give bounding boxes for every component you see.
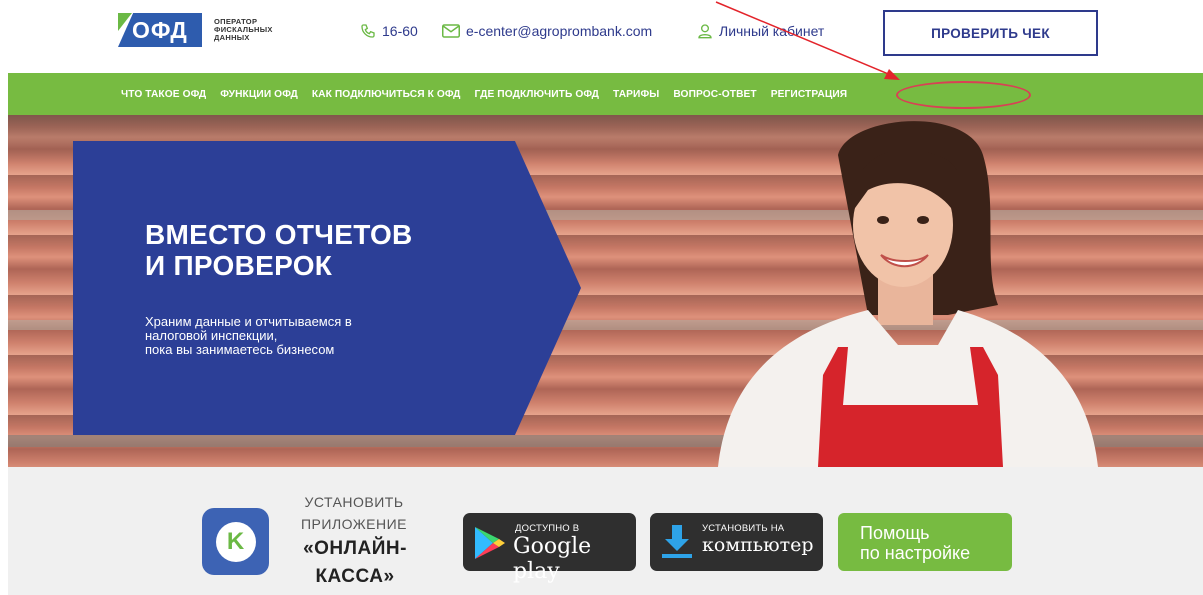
app-name-line: «ОНЛАЙН-	[303, 538, 407, 559]
google-play-button[interactable]: ДОСТУПНО В Google play	[463, 513, 636, 584]
install-caption-line: ПРИЛОЖЕНИЕ	[300, 516, 407, 532]
nav-item-how-to-connect[interactable]: КАК ПОДКЛЮЧИТЬСЯ К ОФД	[312, 89, 461, 100]
hero-text-line: Храним данные и отчитываемся в	[145, 314, 352, 329]
hero-banner: ВМЕСТО ОТЧЕТОВ И ПРОВЕРОК Храним данные …	[8, 115, 1203, 467]
hero-title-line: ВМЕСТО ОТЧЕТОВ	[145, 219, 413, 250]
install-caption-line: УСТАНОВИТЬ	[304, 494, 404, 510]
nav-item-tariffs[interactable]: ТАРИФЫ	[613, 89, 659, 100]
nav-item-functions[interactable]: ФУНКЦИИ ОФД	[220, 89, 298, 100]
phone-number: 16-60	[382, 23, 418, 39]
email-link[interactable]: e-center@agroprombank.com	[442, 23, 652, 39]
phone-link[interactable]: 16-60	[360, 23, 418, 39]
hero-description: Храним данные и отчитываемся в налоговой…	[145, 315, 352, 357]
google-play-label: Google play	[513, 534, 592, 584]
phone-icon	[361, 24, 375, 38]
help-label-line: Помощь	[860, 523, 930, 543]
nav-item-faq[interactable]: ВОПРОС-ОТВЕТ	[673, 89, 756, 100]
app-name-line: КАССА»	[315, 566, 395, 587]
cabinet-label: Личный кабинет	[719, 23, 825, 39]
hero-promo-panel: ВМЕСТО ОТЧЕТОВ И ПРОВЕРОК Храним данные …	[73, 141, 581, 435]
help-label-line: по настройке	[860, 543, 971, 563]
nav-item-what-is-ofd[interactable]: ЧТО ТАКОЕ ОФД	[121, 89, 206, 100]
logo-mark: ОФД	[118, 13, 202, 47]
annotation-highlight-oval	[896, 81, 1031, 109]
app-logo-letter: K	[215, 521, 256, 562]
logo-subtitle: ОПЕРАТОР ФИСКАЛЬНЫХ ДАННЫХ	[214, 17, 273, 42]
google-play-caption: ДОСТУПНО В	[515, 523, 580, 534]
google-play-icon	[475, 527, 505, 559]
hero-person-image	[718, 121, 1098, 467]
app-name: «ОНЛАЙН- КАССА»	[280, 535, 430, 591]
header: ОФД ОПЕРАТОР ФИСКАЛЬНЫХ ДАННЫХ 16-60 e-c…	[0, 0, 1203, 73]
cabinet-link[interactable]: Личный кабинет	[697, 23, 824, 39]
download-icon	[662, 525, 692, 558]
user-icon	[698, 24, 712, 39]
install-pc-button[interactable]: УСТАНОВИТЬ НА компьютер	[650, 513, 823, 571]
mail-icon	[442, 24, 460, 38]
setup-help-button[interactable]: Помощь по настройке	[838, 513, 1012, 571]
nav-items: ЧТО ТАКОЕ ОФД ФУНКЦИИ ОФД КАК ПОДКЛЮЧИТЬ…	[121, 73, 861, 115]
app-logo-icon: K	[202, 508, 269, 575]
check-receipt-button[interactable]: ПРОВЕРИТЬ ЧЕК	[883, 10, 1098, 56]
install-pc-caption: УСТАНОВИТЬ НА	[702, 523, 785, 534]
page: ОФД ОПЕРАТОР ФИСКАЛЬНЫХ ДАННЫХ 16-60 e-c…	[0, 0, 1203, 595]
hero-title: ВМЕСТО ОТЧЕТОВ И ПРОВЕРОК	[145, 219, 413, 281]
install-caption: УСТАНОВИТЬ ПРИЛОЖЕНИЕ	[284, 491, 424, 535]
logo-text: ОФД	[132, 17, 188, 43]
logo[interactable]: ОФД ОПЕРАТОР ФИСКАЛЬНЫХ ДАННЫХ	[118, 13, 294, 47]
nav-item-registration[interactable]: РЕГИСТРАЦИЯ	[771, 89, 847, 100]
hero-text-line: пока вы занимаетесь бизнесом	[145, 342, 335, 357]
hero-title-line: И ПРОВЕРОК	[145, 250, 333, 281]
nav-item-where-to-connect[interactable]: ГДЕ ПОДКЛЮЧИТЬ ОФД	[474, 89, 599, 100]
email-address: e-center@agroprombank.com	[466, 23, 653, 39]
hero-text-line: налоговой инспекции,	[145, 328, 278, 343]
install-pc-label: компьютер	[702, 534, 814, 556]
